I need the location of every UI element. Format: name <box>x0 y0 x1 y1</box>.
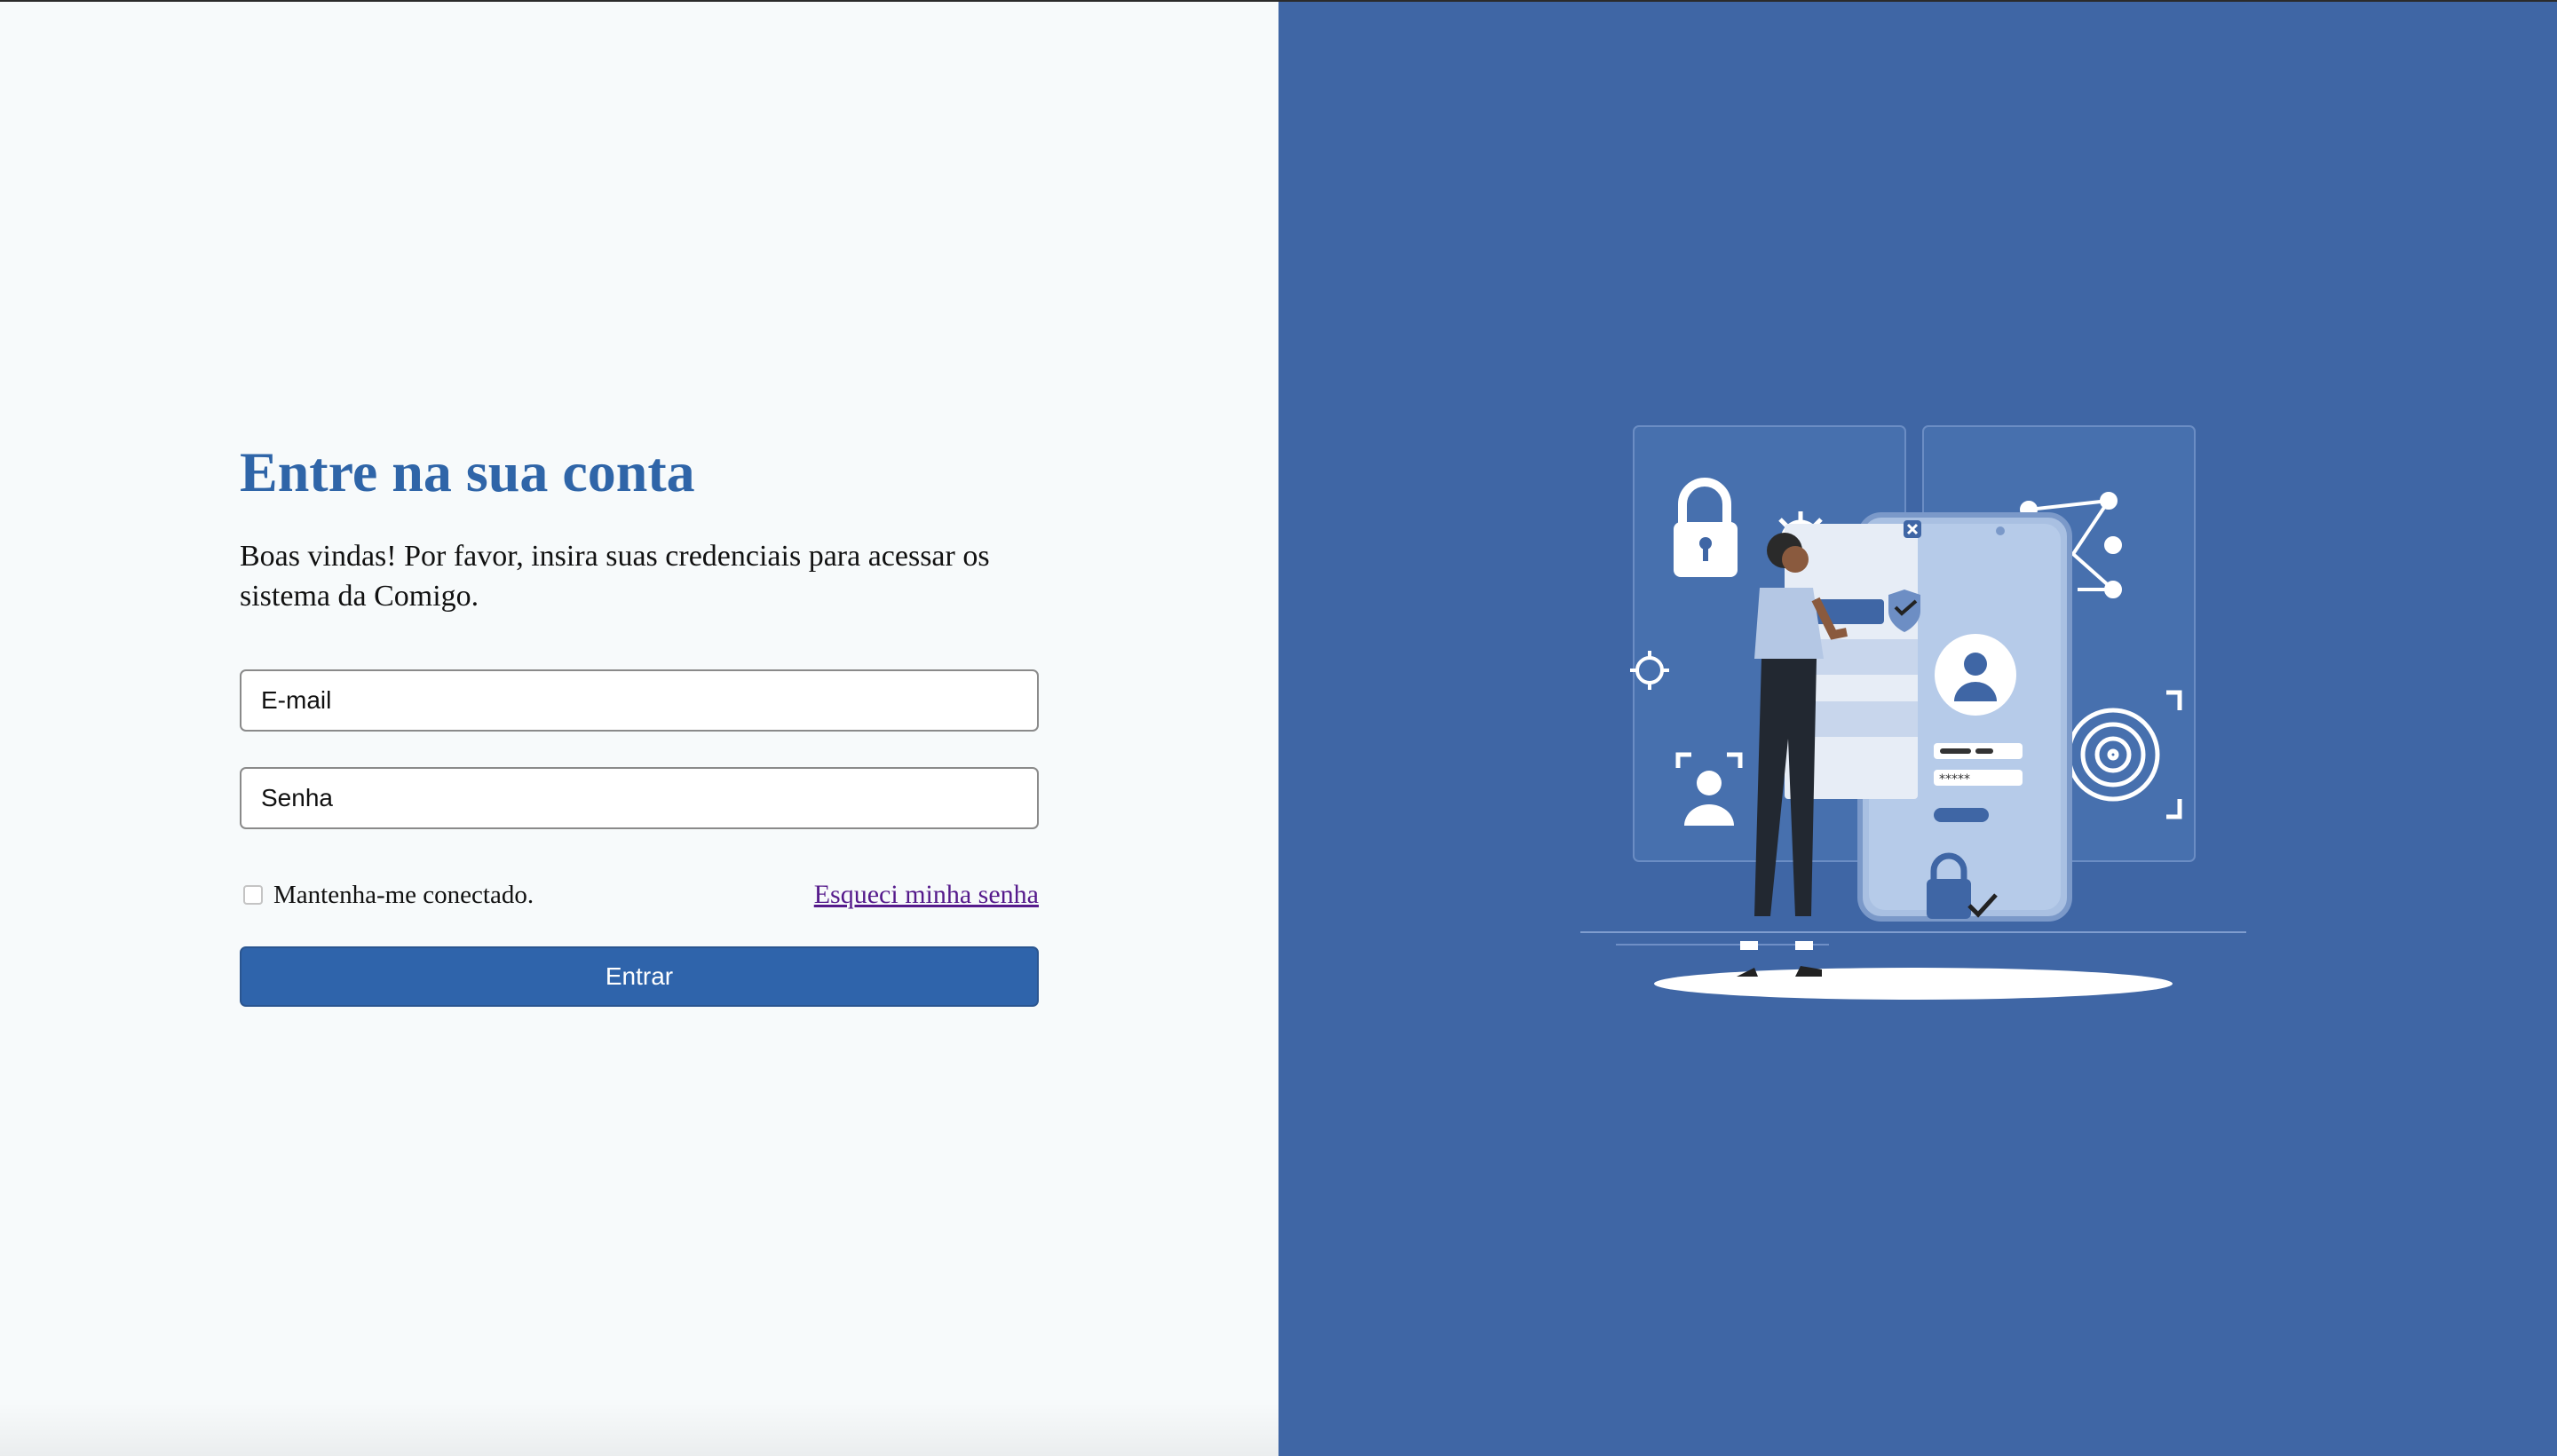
security-illustration: ***** <box>1580 425 2246 1000</box>
remember-me-checkbox[interactable] <box>243 885 263 905</box>
page-title: Entre na sua conta <box>240 440 695 503</box>
floor-shadow <box>1654 968 2173 1000</box>
forgot-password-link[interactable]: Esqueci minha senha <box>814 877 1039 913</box>
login-panel: Entre na sua conta Boas vindas! Por favo… <box>0 2 1278 1456</box>
password-mask-text: ***** <box>1939 772 1970 787</box>
remember-me-label: Mantenha-me conectado. <box>273 881 534 909</box>
user-avatar-icon <box>1935 634 2016 716</box>
welcome-message: Boas vindas! Por favor, insira suas cred… <box>240 540 990 613</box>
email-field[interactable] <box>240 669 1039 732</box>
login-options: Mantenha-me conectado. Esqueci minha sen… <box>240 877 1039 913</box>
bottom-shadow <box>0 1403 1278 1456</box>
login-button[interactable]: Entrar <box>240 946 1039 1007</box>
remember-me[interactable]: Mantenha-me conectado. <box>240 877 534 913</box>
password-field[interactable] <box>240 767 1039 829</box>
login-form: Entre na sua conta Boas vindas! Por favo… <box>240 428 1039 1007</box>
